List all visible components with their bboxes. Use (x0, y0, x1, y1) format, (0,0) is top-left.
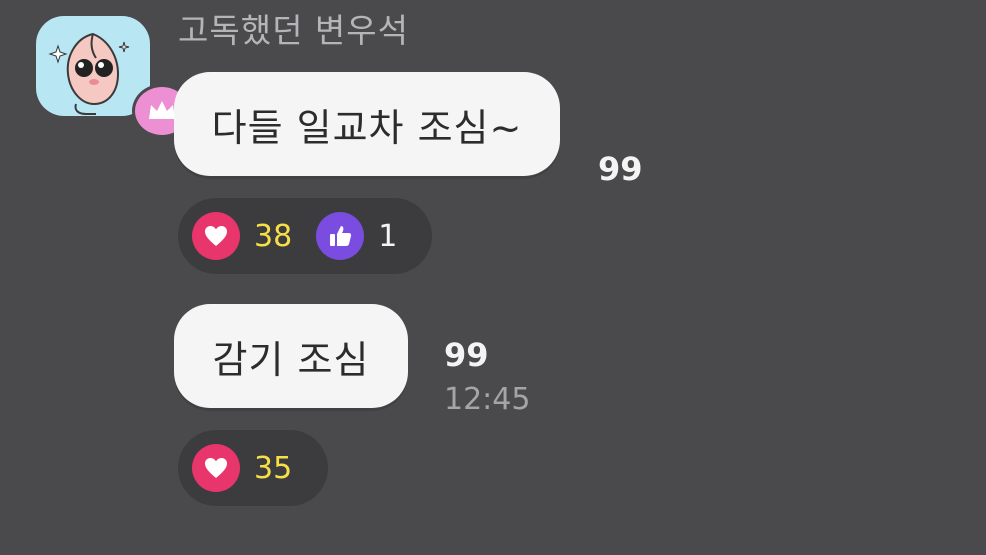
like-count: 1 (378, 218, 398, 254)
message-text: 감기 조심 (212, 337, 370, 382)
avatar[interactable] (36, 16, 192, 138)
heart-icon[interactable] (192, 212, 240, 260)
crown-icon (149, 101, 175, 119)
thumbs-up-icon[interactable] (316, 212, 365, 260)
reaction-bar[interactable]: 38 1 (178, 198, 432, 274)
message-bubble[interactable]: 다들 일교차 조심~ (174, 72, 560, 176)
heart-count: 38 (254, 218, 293, 254)
heart-count: 35 (254, 450, 293, 486)
message-text: 다들 일교차 조심~ (211, 105, 523, 150)
unread-count: 99 (598, 150, 643, 188)
message-time: 12:45 (444, 382, 531, 417)
unread-count: 99 (444, 336, 489, 374)
message-bubble[interactable]: 감기 조심 (174, 304, 408, 408)
sender-name[interactable]: 고독했던 변우석 (178, 4, 409, 52)
heart-icon[interactable] (192, 444, 240, 492)
reaction-bar[interactable]: 35 (178, 430, 328, 506)
